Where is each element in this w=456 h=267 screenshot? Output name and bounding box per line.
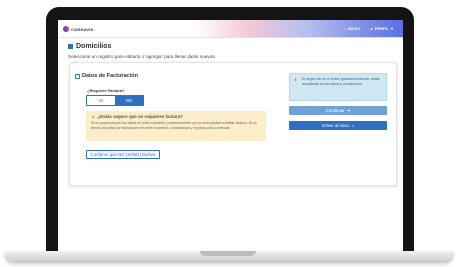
back-home-button[interactable]: Volver al inicio ⌂ xyxy=(289,121,387,130)
info-alert: ℹ Al llegar clic en el botón guardar/con… xyxy=(289,73,387,101)
laptop-notch xyxy=(200,251,256,256)
checkbox-icon xyxy=(75,73,80,79)
warning-header: ▲ ¿Estás seguro que no requieres factura… xyxy=(91,114,261,119)
back-label: Volver al inicio xyxy=(321,123,350,128)
laptop-screen: CORHAVIS ⌂ INICIO ● PERFIL ▾ Domicilios … xyxy=(58,20,403,252)
main-nav: ⌂ INICIO ● PERFIL ▾ xyxy=(344,26,393,31)
nav-item-perfil[interactable]: ● PERFIL ▾ xyxy=(370,26,393,31)
home-icon: ⌂ xyxy=(343,26,347,31)
warning-text: Si no proporcionas tus datos en este mom… xyxy=(91,121,257,130)
continue-button[interactable]: Continuar ➔ xyxy=(289,106,387,115)
warning-title: ¿Estás seguro que no requieres factura? xyxy=(97,114,183,119)
page-title-text: Domicilios xyxy=(76,43,112,50)
invoice-option-si[interactable]: SI xyxy=(87,96,115,105)
warning-icon: ▲ xyxy=(91,114,96,119)
billing-form-header: Datos de Facturación xyxy=(75,73,138,79)
page-title: Domicilios xyxy=(68,43,111,50)
nav-label: PERFIL xyxy=(374,26,389,31)
nav-label: INICIO xyxy=(348,26,361,31)
warning-alert: ▲ ¿Estás seguro que no requieres factura… xyxy=(86,111,266,141)
address-icon xyxy=(68,44,73,49)
logo-icon xyxy=(63,26,69,32)
page-subtitle: Seleccione un registro para editarlo o '… xyxy=(68,54,216,59)
home-icon: ⌂ xyxy=(351,123,355,128)
nav-item-inicio[interactable]: ⌂ INICIO xyxy=(344,26,361,31)
info-icon: ℹ xyxy=(295,77,297,82)
confirm-no-invoice-button[interactable]: Confirmo que NO (SI/NO) factura xyxy=(86,150,160,159)
chevron-down-icon: ▾ xyxy=(390,26,393,31)
logo[interactable]: CORHAVIS xyxy=(63,26,93,32)
invoice-option-no[interactable]: NO xyxy=(115,96,143,105)
invoice-question: ¿Requiere Factura? xyxy=(87,88,125,93)
logo-text: CORHAVIS xyxy=(71,26,94,32)
continue-label: Continuar xyxy=(325,108,345,113)
app-header: CORHAVIS ⌂ INICIO ● PERFIL ▾ xyxy=(58,20,403,38)
invoice-toggle: SI NO xyxy=(86,95,144,106)
billing-form-title: Datos de Facturación xyxy=(82,73,138,79)
info-text: Al llegar clic en el botón guardar/conti… xyxy=(302,77,380,86)
arrow-right-icon: ➔ xyxy=(346,107,351,113)
user-icon: ● xyxy=(370,26,373,31)
